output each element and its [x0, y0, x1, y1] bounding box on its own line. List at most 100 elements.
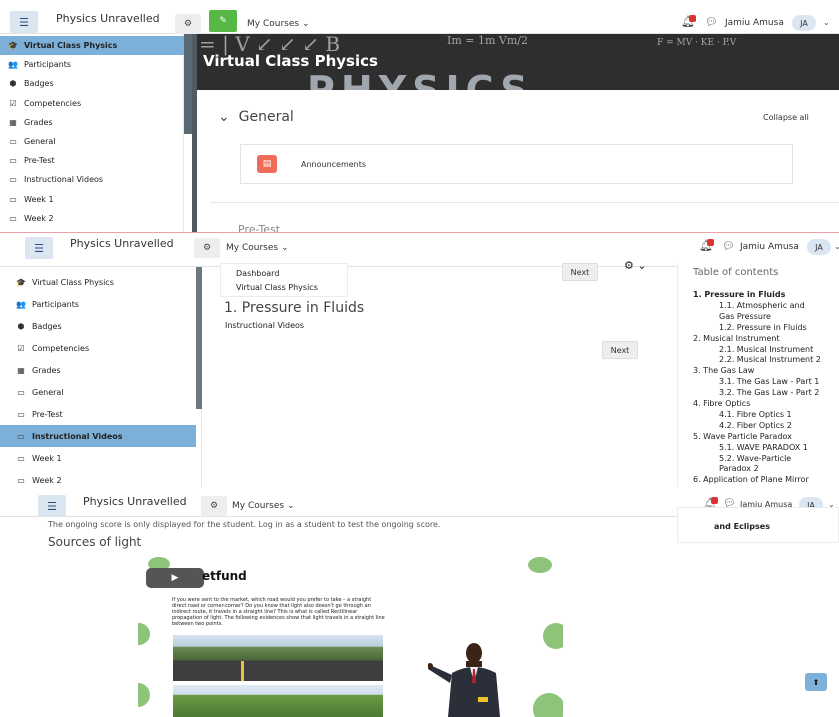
chevron-down-icon[interactable]: ⌄	[834, 242, 839, 251]
pencil-icon[interactable]: ✎	[209, 10, 237, 32]
speech-bubble-icon[interactable]: 💬︎	[722, 241, 735, 252]
sidebar-item-label: Instructional Videos	[24, 175, 104, 185]
checkbox-icon: ☑	[17, 343, 25, 353]
sidebar-item-virtual-class-physics[interactable]: 🎓 Virtual Class Physics	[0, 36, 184, 55]
toc-continuation: and Eclipses	[677, 507, 839, 543]
hamburger-icon[interactable]: ☰	[38, 495, 66, 517]
table-of-contents: Table of contents 1. Pressure in Fluids 1…	[677, 263, 839, 487]
sidebar-item-pre-test[interactable]: ▭ Pre-Test	[0, 403, 196, 425]
decorative-blob	[138, 683, 150, 707]
my-courses-menu[interactable]: My Courses ⌄	[226, 243, 288, 253]
sidebar-item-general[interactable]: ▭ General	[0, 381, 196, 403]
sidebar-item-week-2[interactable]: ▭ Week 2	[0, 469, 196, 487]
announcement-icon: ▤	[257, 155, 277, 173]
course-title: Virtual Class Physics	[203, 52, 378, 70]
toc-item[interactable]: 5. Wave Particle Paradox	[693, 431, 792, 442]
sidebar-item-pre-test[interactable]: ▭ Pre-Test	[0, 151, 184, 170]
toc-item[interactable]: 5.2. Wave-Particle	[719, 453, 791, 464]
sidebar-item-participants[interactable]: 👥 Participants	[0, 293, 196, 315]
top-navbar: ☰ Physics Unravelled ⚙ ✎ My Courses ⌄ 🔔︎…	[0, 0, 839, 34]
sidebar-item-label: Instructional Videos	[32, 431, 123, 441]
sidebar-item-grades[interactable]: ▦ Grades	[0, 359, 196, 381]
breadcrumb-dashboard[interactable]: Dashboard	[236, 269, 279, 278]
next-button[interactable]: Next	[602, 341, 638, 359]
toc-item[interactable]: 2.1. Musical Instrument	[719, 344, 813, 355]
toc-item[interactable]: 2.2. Musical Instrument 2	[719, 354, 821, 365]
folder-icon: ▭	[17, 409, 25, 419]
sidebar-item-competencies[interactable]: ☑ Competencies	[0, 337, 196, 359]
next-button[interactable]: Next	[562, 263, 598, 281]
toc-item[interactable]: 4.2. Fiber Optics 2	[719, 420, 792, 431]
toc-item[interactable]: 3.1. The Gas Law - Part 1	[719, 376, 819, 387]
chalk-formula: Im = 1m Vm/2	[447, 34, 528, 47]
sidebar-item-virtual-class-physics[interactable]: 🎓 Virtual Class Physics	[0, 271, 196, 293]
banner-watermark: PHYSICS	[307, 68, 534, 90]
toc-item[interactable]: 4.1. Fibre Optics 1	[719, 409, 792, 420]
sidebar-item-instructional-videos[interactable]: ▭ Instructional Videos	[0, 170, 184, 189]
activity-label[interactable]: Announcements	[301, 160, 366, 169]
toc-item[interactable]: 2. Musical Instrument	[693, 333, 780, 344]
hamburger-icon[interactable]: ☰	[25, 237, 53, 259]
site-name[interactable]: Physics Unravelled	[70, 237, 174, 250]
video-logo: etfund	[202, 569, 247, 583]
site-name[interactable]: Physics Unravelled	[56, 12, 160, 25]
next-section-peek: Pre-Test	[238, 223, 281, 232]
my-courses-label: My Courses	[226, 243, 279, 253]
arrow-up-icon[interactable]: ⬆	[805, 673, 827, 691]
cog-icon[interactable]: ⚙	[194, 238, 220, 258]
speech-bubble-icon[interactable]: 💬︎	[705, 17, 718, 28]
user-name[interactable]: Jamiu Amusa	[740, 242, 799, 252]
user-name[interactable]: Jamiu Amusa	[725, 18, 784, 28]
sidebar-item-instructional-videos[interactable]: ▭ Instructional Videos	[0, 425, 196, 447]
sidebar-scrollbar[interactable]	[196, 267, 202, 409]
toc-item[interactable]: 1. Pressure in Fluids	[693, 289, 785, 300]
cog-icon[interactable]: ⚙	[175, 14, 201, 34]
toc-item[interactable]: 1.1. Atmospheric and	[719, 300, 805, 311]
sidebar-scrollbar[interactable]	[184, 34, 192, 134]
toc-item[interactable]: 4. Fibre Optics	[693, 398, 750, 409]
sidebar-item-week-1[interactable]: ▭ Week 1	[0, 447, 196, 469]
sidebar-item-label: Virtual Class Physics	[24, 41, 118, 50]
my-courses-menu[interactable]: My Courses ⌄	[247, 19, 309, 29]
avatar[interactable]: JA	[792, 15, 816, 31]
video-player[interactable]: ▶ etfund If you were sent to the market,…	[138, 553, 563, 717]
chevron-down-icon[interactable]: ⌄	[823, 18, 830, 27]
toc-item[interactable]: 1.2. Pressure in Fluids	[719, 322, 807, 333]
sidebar-item-label: Badges	[24, 79, 54, 89]
toc-title: Table of contents	[693, 267, 779, 278]
toc-item[interactable]: 3.2. The Gas Law - Part 2	[719, 387, 819, 398]
sidebar-item-week-1[interactable]: ▭ Week 1	[0, 190, 184, 209]
cog-icon[interactable]: ⚙	[201, 496, 227, 516]
sidebar-item-general[interactable]: ▭ General	[0, 132, 184, 151]
sidebar-item-badges[interactable]: ⬢ Badges	[0, 315, 196, 337]
toc-item[interactable]: and Eclipses	[714, 522, 770, 531]
shield-icon: ⬢	[9, 79, 17, 89]
my-courses-label: My Courses	[232, 501, 285, 511]
sidebar-item-badges[interactable]: ⬢ Badges	[0, 74, 184, 93]
folder-icon: ▭	[17, 475, 25, 485]
sidebar-item-competencies[interactable]: ☑ Competencies	[0, 94, 184, 113]
toc-item[interactable]: 3. The Gas Law	[693, 365, 754, 376]
section-general[interactable]: ⌄ General	[218, 109, 294, 125]
sidebar-item-label: Week 2	[24, 213, 54, 223]
toc-item[interactable]: Paradox 2	[719, 463, 759, 474]
toc-item[interactable]: 5.1. WAVE PARADOX 1	[719, 442, 808, 453]
folder-icon: ▭	[17, 453, 25, 463]
collapse-all-link[interactable]: Collapse all	[763, 113, 809, 122]
sidebar-item-week-2[interactable]: ▭ Week 2	[0, 209, 184, 228]
sidebar-item-grades[interactable]: ▦ Grades	[0, 113, 184, 132]
my-courses-label: My Courses	[247, 19, 300, 29]
score-note: The ongoing score is only displayed for …	[48, 520, 441, 529]
avatar[interactable]: JA	[807, 239, 831, 255]
toc-item[interactable]: Gas Pressure	[719, 311, 771, 322]
breadcrumb-course[interactable]: Virtual Class Physics	[236, 283, 318, 292]
sidebar-item-participants[interactable]: 👥 Participants	[0, 55, 184, 74]
cog-icon[interactable]: ⚙ ⌄	[624, 259, 647, 272]
site-name[interactable]: Physics Unravelled	[83, 495, 187, 508]
toc-item[interactable]: 6. Application of Plane Mirror	[693, 474, 809, 485]
activity-card[interactable]: ▤ Announcements	[240, 144, 793, 184]
folder-icon: ▭	[9, 137, 17, 146]
play-icon[interactable]: ▶	[146, 568, 204, 588]
hamburger-icon[interactable]: ☰	[10, 11, 38, 33]
my-courses-menu[interactable]: My Courses ⌄	[232, 501, 294, 511]
